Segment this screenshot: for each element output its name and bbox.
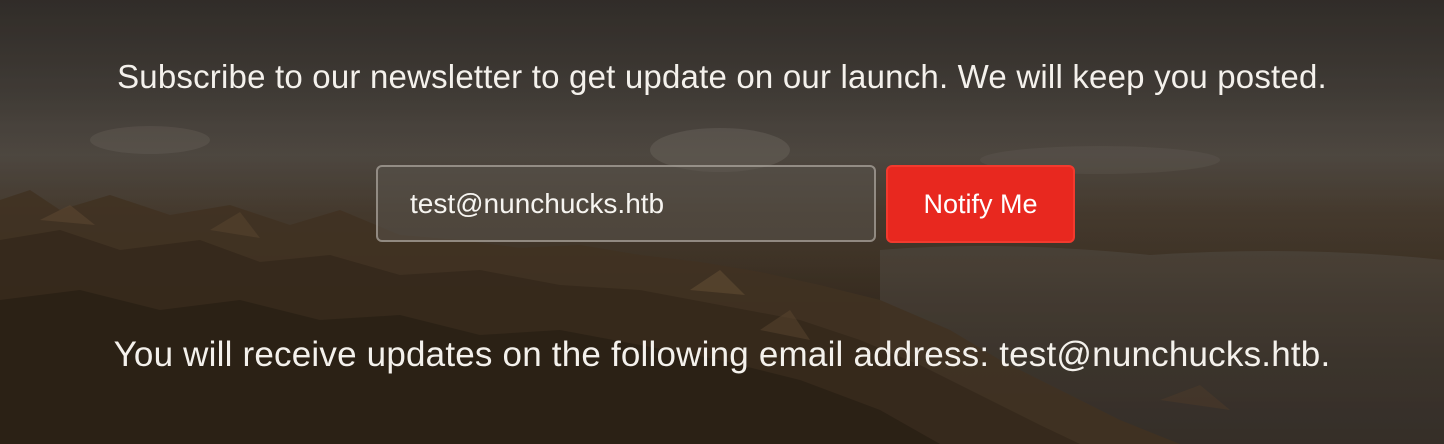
newsletter-intro-text: Subscribe to our newsletter to get updat… bbox=[117, 58, 1327, 95]
subscribe-form: Notify Me bbox=[376, 165, 1075, 243]
subscription-result-text: You will receive updates on the followin… bbox=[113, 335, 1331, 374]
newsletter-section: Subscribe to our newsletter to get updat… bbox=[0, 0, 1444, 444]
notify-me-button[interactable]: Notify Me bbox=[886, 165, 1075, 243]
email-input[interactable] bbox=[376, 165, 876, 242]
